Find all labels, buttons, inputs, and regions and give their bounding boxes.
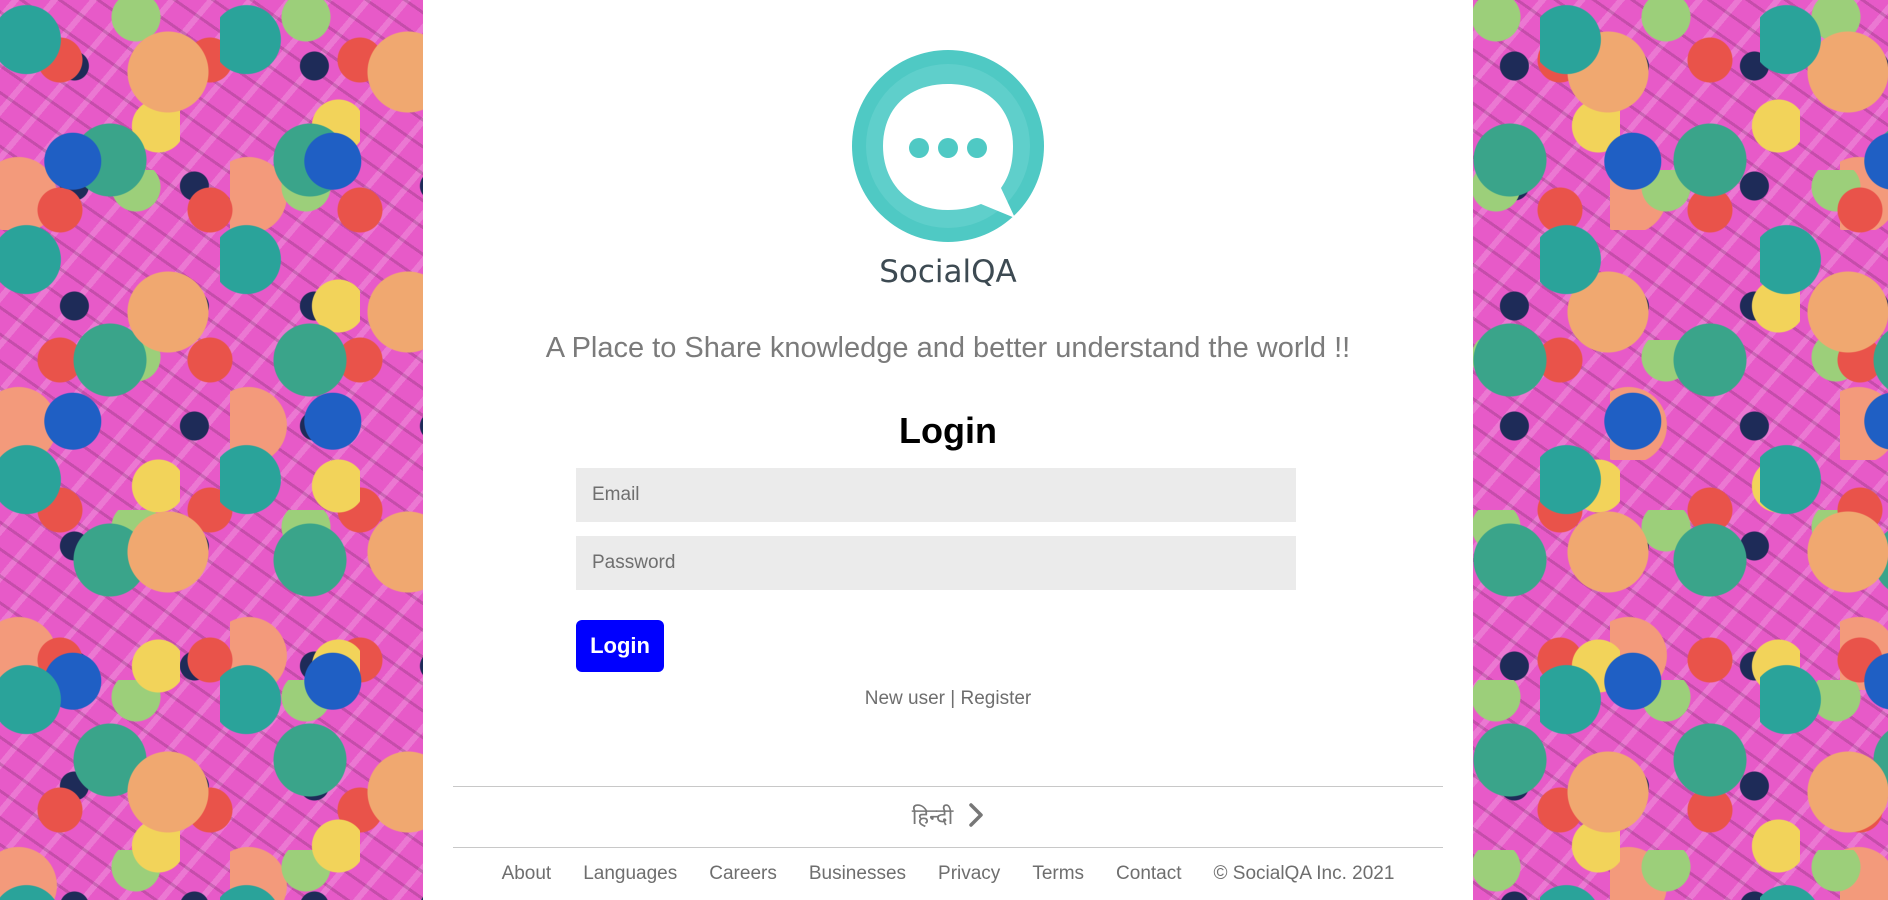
email-field[interactable] — [576, 468, 1296, 522]
footer-link-privacy[interactable]: Privacy — [938, 863, 1000, 884]
chevron-right-icon[interactable] — [968, 803, 984, 833]
footer-link-careers[interactable]: Careers — [709, 863, 777, 884]
language-label[interactable]: हिन्दी — [912, 805, 954, 830]
new-user-label: New user — [864, 688, 945, 709]
register-line: New user | Register — [423, 688, 1473, 710]
footer-link-businesses[interactable]: Businesses — [809, 863, 906, 884]
footer-link-about[interactable]: About — [502, 863, 552, 884]
chat-bubble-icon: SocialQA — [852, 50, 1044, 290]
brand-logo: SocialQA — [843, 46, 1053, 294]
login-heading: Login — [899, 410, 997, 451]
language-switcher[interactable]: हिन्दी — [423, 801, 1473, 833]
divider — [453, 786, 1443, 787]
divider — [453, 847, 1443, 848]
register-link[interactable]: Register — [961, 688, 1032, 709]
register-separator: | — [950, 688, 956, 709]
footer-link-languages[interactable]: Languages — [583, 863, 677, 884]
login-button[interactable]: Login — [576, 620, 664, 672]
main-panel: SocialQA A Place to Share knowledge and … — [423, 0, 1473, 900]
footer-link-terms[interactable]: Terms — [1032, 863, 1084, 884]
footer-link-contact[interactable]: Contact — [1116, 863, 1181, 884]
copyright-text: © SocialQA Inc. 2021 — [1213, 863, 1395, 884]
password-field[interactable] — [576, 536, 1296, 590]
footer: About Languages Careers Businesses Priva… — [423, 863, 1473, 885]
brand-name: SocialQA — [879, 254, 1017, 290]
tagline: A Place to Share knowledge and better un… — [545, 332, 1351, 364]
